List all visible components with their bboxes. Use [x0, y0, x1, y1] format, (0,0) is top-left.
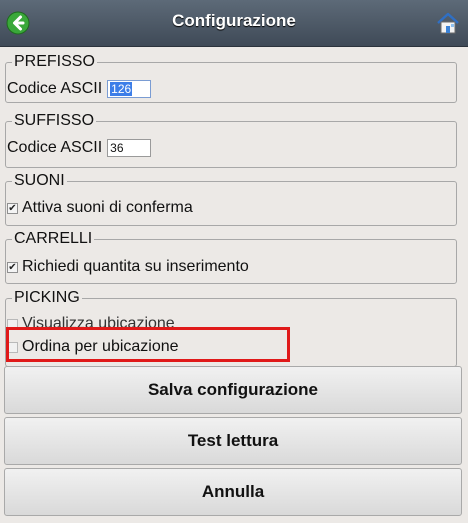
save-configuration-button[interactable]: Salva configurazione	[4, 366, 462, 414]
home-icon[interactable]	[436, 12, 460, 34]
cancel-button[interactable]: Annulla	[4, 468, 462, 516]
prefisso-label: Codice ASCII	[7, 80, 103, 97]
carrelli-checkbox[interactable]: ✔	[7, 261, 18, 273]
highlight-box	[6, 327, 290, 362]
carrelli-checkbox-label: Richiedi quantita su inserimento	[22, 258, 249, 275]
suoni-legend: SUONI	[14, 172, 65, 189]
suoni-checkbox-label: Attiva suoni di conferma	[22, 199, 193, 216]
suoni-checkbox[interactable]: ✔	[7, 202, 18, 214]
suffisso-row: Codice ASCII 36	[7, 139, 152, 157]
carrelli-legend: CARRELLI	[14, 230, 93, 247]
suffisso-ascii-value: 36	[110, 141, 124, 155]
header-bar: Configurazione	[0, 0, 468, 47]
picking-legend: PICKING	[14, 289, 80, 306]
suoni-row[interactable]: ✔ Attiva suoni di conferma	[7, 199, 193, 217]
carrelli-row[interactable]: ✔ Richiedi quantita su inserimento	[7, 258, 249, 276]
suffisso-ascii-input[interactable]: 36	[107, 139, 152, 157]
suffisso-legend: SUFFISSO	[14, 112, 95, 129]
test-read-button[interactable]: Test lettura	[4, 417, 462, 465]
prefisso-row: Codice ASCII 126	[7, 80, 152, 98]
prefisso-legend: PREFISSO	[14, 53, 95, 70]
prefisso-ascii-value: 126	[110, 82, 133, 96]
prefisso-ascii-input[interactable]: 126	[107, 80, 152, 98]
page-title: Configurazione	[172, 11, 296, 30]
suffisso-label: Codice ASCII	[7, 139, 103, 156]
